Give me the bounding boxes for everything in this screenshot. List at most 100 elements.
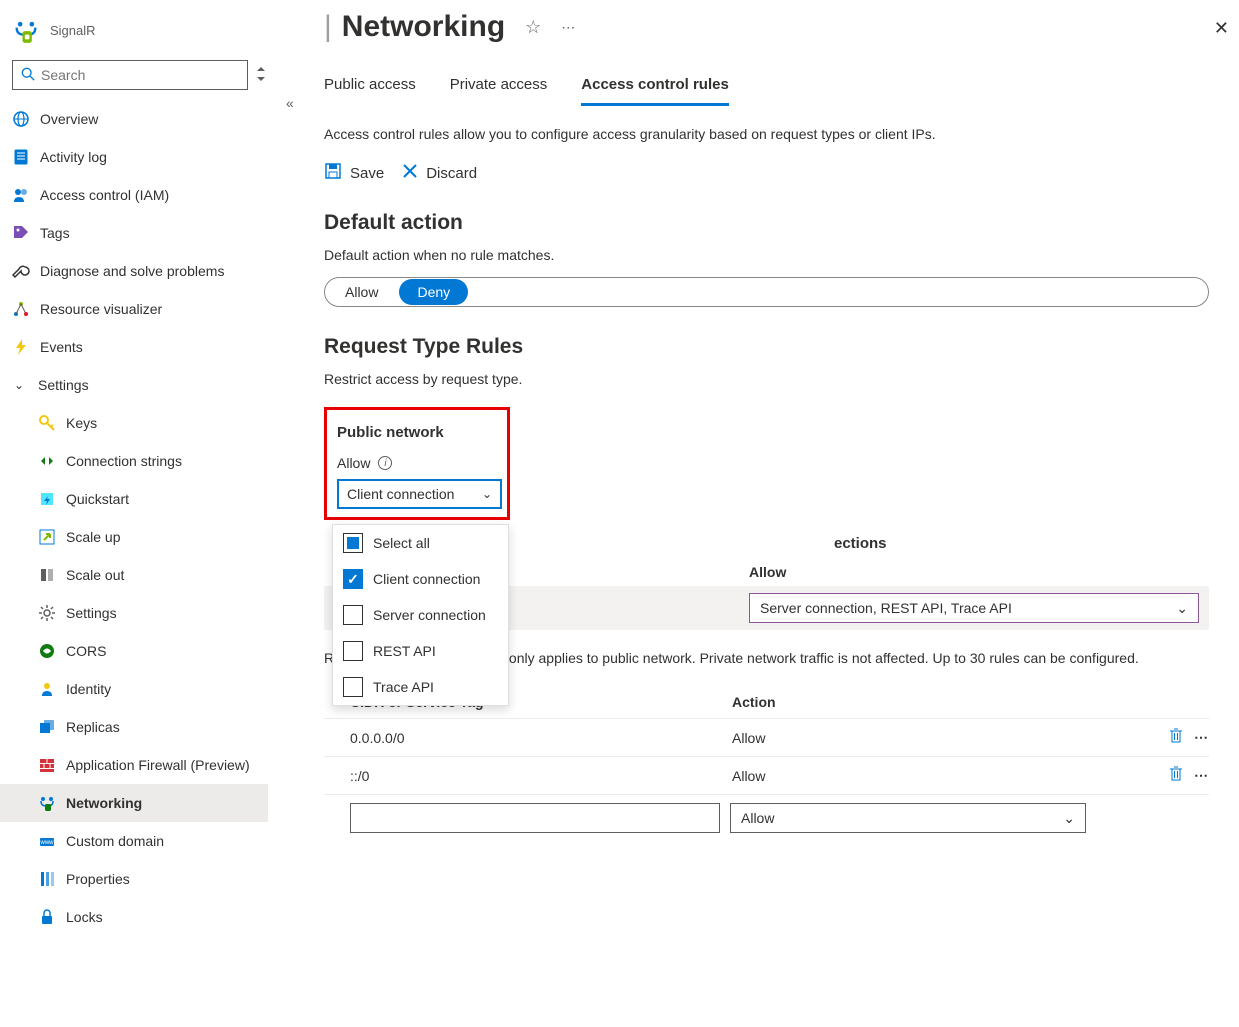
pe-allow-select[interactable]: Server connection, REST API, Trace API ⌄ [749,593,1199,623]
nav-label: Tags [40,225,70,241]
checkbox-icon[interactable] [343,533,363,553]
partial-text-ections: ections [834,535,887,552]
chevron-down-icon: ⌄ [482,487,492,501]
nav-label: Identity [66,681,111,697]
nav-item-scaleout[interactable]: Scale out [0,556,268,594]
nav-item-cors[interactable]: CORS [0,632,268,670]
nav-item-network[interactable]: Networking [0,784,268,822]
request-rules-heading: Request Type Rules [324,335,1209,359]
nav-item-visual[interactable]: Resource visualizer [0,290,268,328]
nav-item-wrench[interactable]: Diagnose and solve problems [0,252,268,290]
cidr-input[interactable] [350,803,720,833]
delete-icon[interactable] [1168,727,1184,748]
nav-item-lock[interactable]: Locks [0,898,268,936]
nav-item-scaleup[interactable]: Scale up [0,518,268,556]
dropdown-option[interactable]: Select all [333,525,508,561]
bolt-icon [12,338,30,356]
default-action-heading: Default action [324,211,1209,235]
row-more-icon[interactable]: ⋯ [1194,767,1209,784]
nav-label: Quickstart [66,491,129,507]
checkbox-icon[interactable] [343,605,363,625]
save-button[interactable]: Save [324,162,384,185]
firewall-icon [38,756,56,774]
checkbox-icon[interactable] [343,677,363,697]
cidr-cell: 0.0.0.0/0 [350,730,732,746]
nav-item-tag[interactable]: Tags [0,214,268,252]
nav-item-firewall[interactable]: Application Firewall (Preview) [0,746,268,784]
nav-settings-group: ⌄ Settings [0,366,280,404]
dropdown-option[interactable]: Trace API [333,669,508,705]
tab-public-access[interactable]: Public access [324,76,416,106]
sidebar-header: SignalR [0,0,280,60]
nav-item-conn[interactable]: Connection strings [0,442,268,480]
close-icon[interactable]: ✕ [1214,18,1229,39]
tab-description: Access control rules allow you to config… [324,126,1209,142]
nav-label: Activity log [40,149,107,165]
nav-item-log[interactable]: Activity log [0,138,268,176]
dropdown-option[interactable]: Server connection [333,597,508,633]
search-icon [21,67,35,84]
nav-item-props[interactable]: Properties [0,860,268,898]
default-action-toggle[interactable]: Allow Deny [324,277,1209,307]
nav-item-iam[interactable]: Access control (IAM) [0,176,268,214]
nav-settings-header[interactable]: ⌄ Settings [0,366,268,404]
sort-toggle-icon[interactable] [254,65,268,86]
ip-rule-row: ::/0Allow⋯ [324,757,1209,795]
row-more-icon[interactable]: ⋯ [1194,729,1209,746]
svg-text:www: www [40,840,55,846]
tab-access-control-rules[interactable]: Access control rules [581,76,729,106]
nav-list: Overview Activity log Access control (IAM)… [0,100,280,366]
allow-dropdown-menu: Select all Client connection Server connec… [332,524,509,706]
option-label: Client connection [373,571,480,587]
save-icon [324,162,342,185]
discard-button[interactable]: Discard [402,162,477,185]
tabs: Public access Private access Access contro… [324,76,1209,106]
replicas-icon [38,718,56,736]
nav-label: Keys [66,415,97,431]
nav-item-domain[interactable]: wwwCustom domain [0,822,268,860]
nav-item-gear[interactable]: Settings [0,594,268,632]
nav-item-bolt[interactable]: Events [0,328,268,366]
dropdown-value: Client connection [347,486,454,502]
nav-item-key[interactable]: Keys [0,404,268,442]
more-actions-icon[interactable]: ⋯ [561,19,577,36]
main-content: ✕ | Networking ☆ ⋯ Public accessPrivate … [280,0,1239,1027]
nav-label: Connection strings [66,453,182,469]
checkbox-icon[interactable] [343,641,363,661]
allow-dropdown[interactable]: Client connection ⌄ [337,479,502,509]
nav-item-globe[interactable]: Overview [0,100,268,138]
wrench-icon [12,262,30,280]
scaleout-icon [38,566,56,584]
toggle-allow[interactable]: Allow [325,278,398,306]
dropdown-option[interactable]: Client connection [333,561,508,597]
nav-item-replicas[interactable]: Replicas [0,708,268,746]
discard-icon [402,163,418,184]
nav-item-identity[interactable]: Identity [0,670,268,708]
sidebar-search[interactable] [12,60,248,90]
nav-label: Networking [66,795,142,811]
search-input[interactable] [41,67,239,83]
pe-allow-header: Allow [749,564,786,580]
favorite-star-icon[interactable]: ☆ [525,17,541,38]
toggle-deny[interactable]: Deny [399,279,468,305]
dropdown-option[interactable]: REST API [333,633,508,669]
sidebar: SignalR Overview Activity log Access contr… [0,0,280,1027]
toolbar: Save Discard [324,162,1209,185]
tag-icon [12,224,30,242]
delete-icon[interactable] [1168,765,1184,786]
tab-private-access[interactable]: Private access [450,76,548,106]
ip-rules-table: CIDR or Service Tag Action 0.0.0.0/0Allo… [324,686,1209,841]
nav-label: Replicas [66,719,120,735]
checkbox-icon[interactable] [343,569,363,589]
nav-label: Application Firewall (Preview) [66,757,250,773]
quick-icon [38,490,56,508]
option-label: REST API [373,643,436,659]
save-label: Save [350,165,384,182]
scaleup-icon [38,528,56,546]
action-select[interactable]: Allow ⌄ [730,803,1086,833]
info-icon[interactable]: i [378,456,392,470]
cidr-cell: ::/0 [350,768,732,784]
conn-icon [38,452,56,470]
nav-item-quick[interactable]: Quickstart [0,480,268,518]
visual-icon [12,300,30,318]
